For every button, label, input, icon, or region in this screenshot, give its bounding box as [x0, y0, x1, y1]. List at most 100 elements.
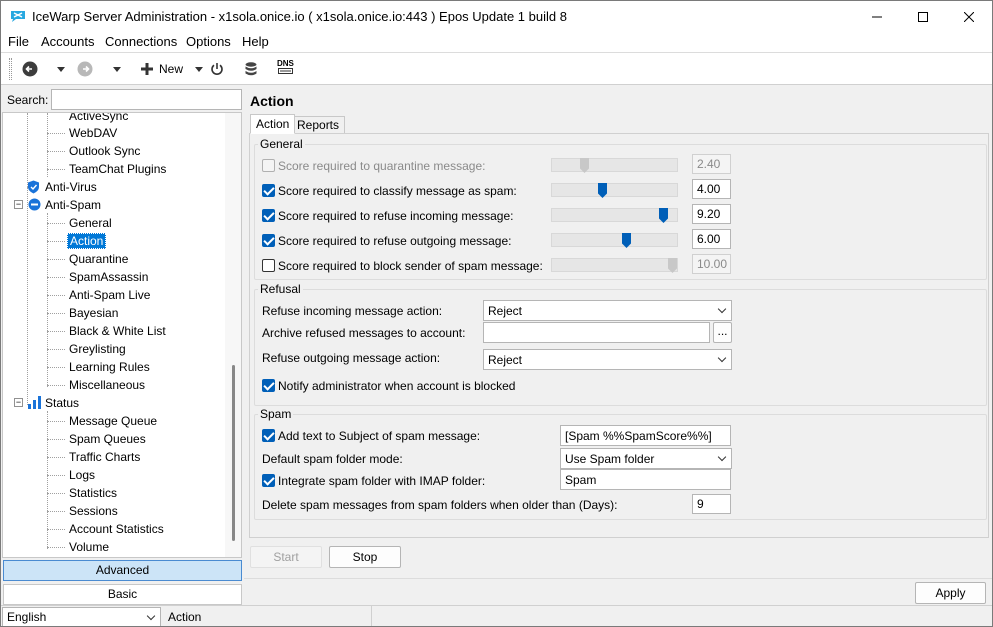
basic-mode-button[interactable]: Basic [3, 584, 242, 605]
start-button[interactable]: Start [250, 546, 322, 568]
tree-connector [47, 367, 65, 368]
menu-help[interactable]: Help [242, 34, 269, 49]
tree-item-spam-queues[interactable]: Spam Queues [69, 431, 146, 447]
tree-connector [47, 421, 65, 422]
forward-dropdown[interactable] [113, 60, 121, 78]
add-subject-text-checkbox[interactable] [262, 429, 275, 442]
stop-button[interactable]: Stop [329, 546, 401, 568]
caret-down-icon [113, 66, 121, 72]
tree-item-greylisting[interactable]: Greylisting [69, 341, 126, 357]
language-select[interactable]: English [2, 607, 161, 626]
block-sender-score-checkbox[interactable] [262, 259, 275, 272]
tree-item-statistics[interactable]: Statistics [69, 485, 117, 501]
tree-item-sessions[interactable]: Sessions [69, 503, 118, 519]
tree-item-activesync[interactable]: ActiveSync [69, 113, 128, 124]
subject-text-input[interactable]: [Spam %%SpamScore%%] [560, 425, 731, 446]
quarantine-score-slider[interactable] [551, 158, 678, 173]
toolbar-grip[interactable] [9, 58, 12, 80]
slider-thumb[interactable] [580, 158, 589, 173]
new-dropdown[interactable] [195, 60, 203, 78]
classify-spam-score-checkbox[interactable] [262, 184, 275, 197]
back-button[interactable] [22, 60, 38, 78]
tree-item-logs[interactable]: Logs [69, 467, 95, 483]
maximize-button[interactable] [900, 1, 946, 32]
slider-thumb[interactable] [659, 208, 668, 223]
refuse-incoming-action-select[interactable]: Reject [483, 300, 732, 321]
archive-browse-button[interactable]: ... [713, 322, 732, 343]
integrate-imap-checkbox[interactable] [262, 474, 275, 487]
block-sender-score-slider[interactable] [551, 258, 678, 273]
database-button[interactable] [245, 60, 257, 78]
tree-item-quarantine[interactable]: Quarantine [69, 251, 128, 267]
back-dropdown[interactable] [57, 60, 65, 78]
menu-file[interactable]: File [8, 34, 29, 49]
slider-thumb[interactable] [622, 233, 631, 248]
tree-item-volume[interactable]: Volume [69, 539, 109, 555]
delete-spam-days-input[interactable]: 9 [692, 494, 731, 514]
refuse-incoming-score-label: Score required to refuse incoming messag… [278, 209, 514, 223]
tree-scrollbar-thumb[interactable] [232, 365, 235, 541]
advanced-mode-button[interactable]: Advanced [3, 560, 242, 581]
refuse-incoming-score-value[interactable]: 9.20 [692, 204, 731, 224]
app-window: IceWarp Server Administration - x1sola.o… [0, 0, 993, 627]
refuse-outgoing-score-value[interactable]: 6.00 [692, 229, 731, 249]
tree-item-status[interactable]: Status [45, 395, 79, 411]
tree-connector [47, 113, 48, 177]
default-spam-folder-mode-select[interactable]: Use Spam folder [560, 448, 732, 469]
forward-button[interactable] [77, 60, 93, 78]
tree-item-traffic-charts[interactable]: Traffic Charts [69, 449, 140, 465]
refusal-group-title: Refusal [258, 282, 303, 296]
new-button[interactable]: New [141, 60, 183, 78]
collapse-status-toggle[interactable]: − [14, 398, 23, 407]
quarantine-score-checkbox[interactable] [262, 159, 275, 172]
quarantine-score-value[interactable]: 2.40 [692, 154, 731, 174]
apply-button[interactable]: Apply [915, 582, 986, 604]
tab-reports[interactable]: Reports [291, 116, 346, 134]
tree-item-message-queue[interactable]: Message Queue [69, 413, 157, 429]
search-input[interactable] [51, 89, 242, 110]
collapse-anti-spam-toggle[interactable]: − [14, 200, 23, 209]
tree-item-miscellaneous[interactable]: Miscellaneous [69, 377, 145, 393]
tree-item-webdav[interactable]: WebDAV [69, 125, 117, 141]
caret-down-icon [195, 66, 203, 72]
slider-thumb[interactable] [598, 183, 607, 198]
menu-options[interactable]: Options [186, 34, 231, 49]
tree-item-learning-rules[interactable]: Learning Rules [69, 359, 150, 375]
tree-item-spamassassin[interactable]: SpamAssassin [69, 269, 148, 285]
minimize-button[interactable] [854, 1, 900, 32]
refuse-incoming-score-slider[interactable] [551, 208, 678, 223]
slider-thumb[interactable] [668, 258, 677, 273]
tree-item-black-white-list[interactable]: Black & White List [69, 323, 166, 339]
close-button[interactable] [946, 1, 992, 32]
classify-spam-score-slider[interactable] [551, 183, 678, 198]
menu-connections[interactable]: Connections [105, 34, 177, 49]
refuse-incoming-action-value: Reject [488, 304, 523, 318]
tree-item-bayesian[interactable]: Bayesian [69, 305, 118, 321]
tree-scrollbar[interactable] [225, 113, 241, 557]
tab-action[interactable]: Action [250, 114, 296, 134]
tree-item-general[interactable]: General [69, 215, 112, 231]
refuse-outgoing-score-checkbox[interactable] [262, 234, 275, 247]
tree-item-teamchat-plugins[interactable]: TeamChat Plugins [69, 161, 166, 177]
refuse-outgoing-action-label: Refuse outgoing message action: [262, 351, 441, 365]
tree-connector [47, 151, 65, 152]
refuse-incoming-score-checkbox[interactable] [262, 209, 275, 222]
menu-accounts[interactable]: Accounts [41, 34, 94, 49]
dns-button[interactable]: DNS [277, 60, 294, 78]
tree-item-action[interactable]: Action [67, 233, 107, 249]
imap-folder-input[interactable]: Spam [560, 469, 731, 490]
tree-item-anti-spam[interactable]: Anti-Spam [45, 197, 101, 213]
classify-spam-score-value[interactable]: 4.00 [692, 179, 731, 199]
block-sender-score-value[interactable]: 10.00 [692, 254, 731, 274]
tree-connector [47, 493, 65, 494]
power-button[interactable] [210, 60, 224, 78]
refuse-outgoing-score-slider[interactable] [551, 233, 678, 248]
tree-item-account-statistics[interactable]: Account Statistics [69, 521, 164, 537]
tree-item-anti-virus[interactable]: Anti-Virus [45, 179, 97, 195]
add-subject-text-label: Add text to Subject of spam message: [278, 429, 481, 443]
notify-admin-checkbox[interactable] [262, 379, 275, 392]
tree-item-outlook-sync[interactable]: Outlook Sync [69, 143, 140, 159]
tree-item-anti-spam-live[interactable]: Anti-Spam Live [69, 287, 150, 303]
refuse-outgoing-action-select[interactable]: Reject [483, 349, 732, 370]
archive-refused-input[interactable] [483, 322, 710, 343]
